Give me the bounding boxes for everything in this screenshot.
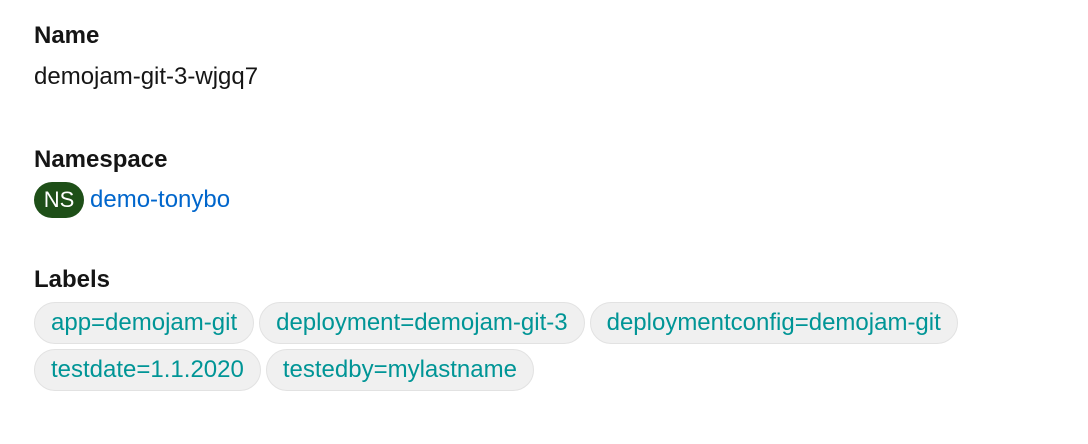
label-chip[interactable]: testedby=mylastname (265, 349, 534, 391)
label-chip[interactable]: testdate=1.1.2020 (34, 349, 261, 391)
namespace-row: NS demo-tonybo (34, 182, 1088, 218)
labels-section: Labels app=demojam-git deployment=demoja… (34, 264, 1088, 396)
name-label: Name (34, 22, 100, 49)
label-chip[interactable]: app=demojam-git (34, 302, 255, 344)
name-section: Name demojam-git-3-wjgq7 (34, 20, 1088, 94)
labels-list: app=demojam-git deployment=demojam-git-3… (34, 302, 1074, 396)
label-chip[interactable]: deploymentconfig=demojam-git (589, 302, 958, 344)
labels-label: Labels (34, 266, 111, 293)
details-panel: Name demojam-git-3-wjgq7 Namespace NS de… (0, 0, 1088, 396)
namespace-link[interactable]: demo-tonybo (90, 182, 230, 218)
namespace-badge-icon: NS (34, 182, 84, 218)
namespace-section: Namespace NS demo-tonybo (34, 144, 1088, 218)
label-chip[interactable]: deployment=demojam-git-3 (259, 302, 585, 344)
name-value: demojam-git-3-wjgq7 (34, 63, 259, 90)
namespace-label: Namespace (34, 146, 168, 173)
